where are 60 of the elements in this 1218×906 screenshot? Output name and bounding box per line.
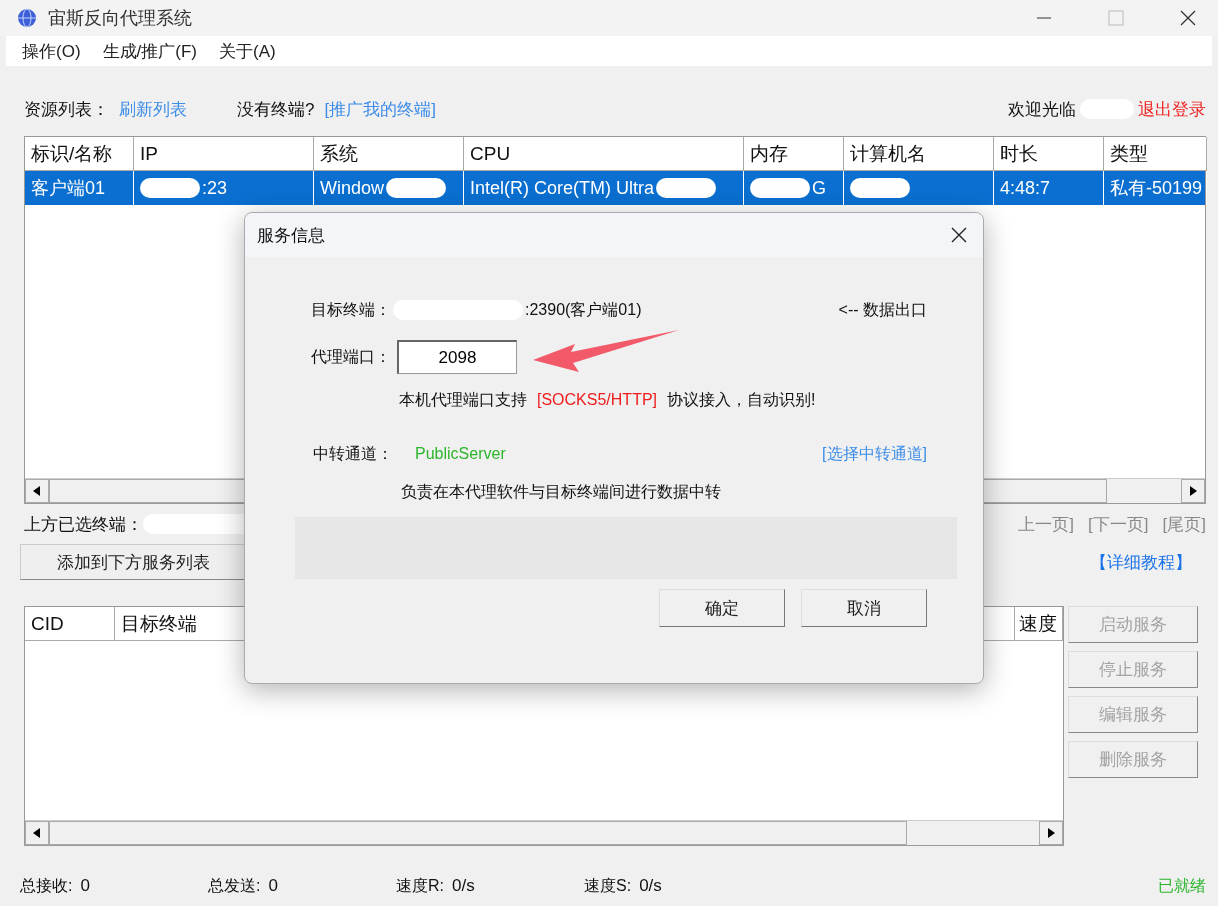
column-header[interactable]: IP [134,137,314,171]
status-value: 0/s [452,876,475,897]
table-row[interactable]: 客户端01 :23 Window Intel(R) Core(TM) Ultra G 4:48:7 私有-50199 [25,171,1205,205]
add-to-service-list-button[interactable]: 添加到下方服务列表 [20,544,246,580]
relay-value: PublicServer [415,445,506,463]
status-label: 总接收: [20,876,73,896]
logout-link[interactable]: 退出登录 [1138,97,1206,121]
column-header[interactable]: CID [25,607,115,641]
support-note: 协议接入，自动识别! [667,389,816,410]
status-value: 0 [80,876,90,897]
table-cell: Intel(R) Core(TM) Ultra [470,177,654,199]
window-title: 宙斯反向代理系统 [48,7,192,30]
tutorial-link[interactable]: 【详细教程】 [1090,550,1192,574]
column-header[interactable]: 时长 [994,137,1104,171]
close-icon[interactable] [951,227,967,243]
globe-icon [16,7,38,29]
close-icon[interactable] [1180,10,1196,26]
relay-label: 中转通道： [313,443,393,464]
port-input[interactable]: 2098 [397,340,517,374]
status-label: 速度R: [396,876,444,896]
support-note: 本机代理端口支持 [399,389,527,410]
column-header[interactable]: 计算机名 [844,137,994,171]
right-arrow-icon[interactable] [1047,828,1055,838]
ok-button[interactable]: 确定 [659,589,785,627]
port-label: 代理端口： [311,346,391,367]
relay-note: 负责在本代理软件与目标终端间进行数据中转 [401,481,721,502]
table-cell: :23 [202,177,228,199]
status-label: 总发送: [208,876,261,896]
left-arrow-icon[interactable] [33,486,41,496]
status-value: 0 [268,876,278,897]
column-header[interactable]: 内存 [744,137,844,171]
column-header[interactable]: CPU [464,137,744,171]
right-arrow-icon[interactable] [1189,486,1197,496]
data-exit-label: <-- 数据出口 [838,299,927,320]
welcome-label: 欢迎光临 [1008,98,1076,121]
resource-list-label: 资源列表： [24,98,109,121]
status-value: 0/s [639,876,662,897]
column-header[interactable]: 系统 [314,137,464,171]
menu-item[interactable]: 操作(O) [22,39,81,63]
menu-item[interactable]: 生成/推广(F) [102,39,197,63]
table-cell: Window [320,177,385,199]
protocol-label: [SOCKS5/HTTP] [537,391,658,409]
menu-item[interactable]: 关于(A) [219,39,276,63]
target-value: :2390(客户端01) [525,299,642,320]
cancel-button[interactable]: 取消 [801,589,927,627]
horizontal-scrollbar[interactable] [25,820,1063,845]
column-header[interactable]: 类型 [1104,137,1207,171]
status-label: 速度S: [584,876,632,896]
column-header[interactable]: 标识/名称 [25,137,134,171]
no-terminal-label: 没有终端? [237,98,315,121]
status-text: 已就绪 [1158,876,1206,896]
table-cell: 4:48:7 [1000,177,1051,199]
selected-terminal-label: 上方已选终端： [24,513,143,536]
table-cell-text: 客户端01 [31,177,106,200]
table-cell-text: 私有-50199 [1110,177,1203,200]
table-cell: G [812,177,826,199]
column-header[interactable]: 速度 [1015,607,1063,641]
left-arrow-icon[interactable] [33,828,41,838]
dialog-title: 服务信息 [257,224,325,247]
target-label: 目标终端： [311,299,391,320]
